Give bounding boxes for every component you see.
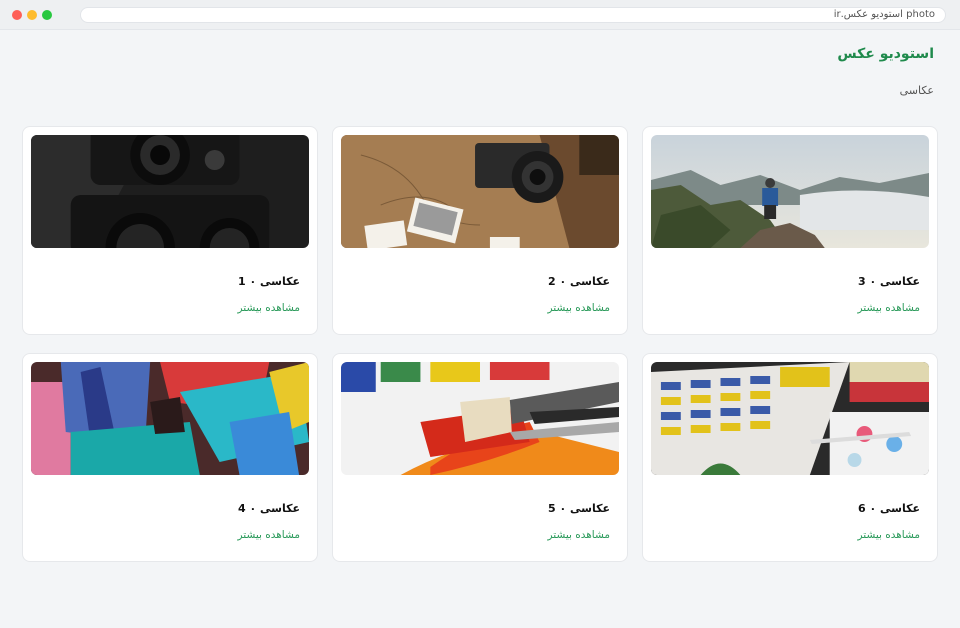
color-swatches-image[interactable] [651, 362, 929, 475]
view-more-link[interactable]: مشاهده بیشتر [238, 529, 301, 541]
photo-card: عکاسی ۰ 2 مشاهده بیشتر [332, 126, 628, 335]
card-title: عکاسی ۰ 5 [547, 502, 610, 515]
view-more-link[interactable]: مشاهده بیشتر [548, 529, 611, 541]
browser-chrome: photo استودیو عکس.ir [0, 0, 960, 30]
close-window-button[interactable] [12, 10, 22, 20]
view-more-link[interactable]: مشاهده بیشتر [238, 302, 301, 314]
photo-card: عکاسی ۰ 4 مشاهده بیشتر [22, 353, 318, 562]
camera-on-map-image[interactable] [341, 135, 619, 248]
card-title: عکاسی ۰ 6 [857, 502, 920, 515]
card-title: عکاسی ۰ 1 [237, 275, 300, 288]
card-title: عکاسی ۰ 4 [237, 502, 300, 515]
photo-grid: عکاسی ۰ 3 مشاهده بیشتر عکاسی ۰ 2 مشاهده … [22, 126, 938, 562]
card-title: عکاسی ۰ 3 [857, 275, 920, 288]
landscape-photographer-image[interactable] [651, 135, 929, 248]
paintbrushes-on-paint-image[interactable] [341, 362, 619, 475]
photo-card: عکاسی ۰ 1 مشاهده بیشتر [22, 126, 318, 335]
minimize-window-button[interactable] [27, 10, 37, 20]
dark-cameras-image[interactable] [31, 135, 309, 248]
view-more-link[interactable]: مشاهده بیشتر [858, 529, 921, 541]
address-bar[interactable]: photo استودیو عکس.ir [80, 7, 946, 23]
view-more-link[interactable]: مشاهده بیشتر [858, 302, 921, 314]
card-title: عکاسی ۰ 2 [547, 275, 610, 288]
photo-card: عکاسی ۰ 3 مشاهده بیشتر [642, 126, 938, 335]
photo-card: عکاسی ۰ 5 مشاهده بیشتر [332, 353, 628, 562]
photo-card: عکاسی ۰ 6 مشاهده بیشتر [642, 353, 938, 562]
maximize-window-button[interactable] [42, 10, 52, 20]
colorful-brushes-image[interactable] [31, 362, 309, 475]
category-label: عکاسی [899, 84, 934, 97]
site-title: استودیو عکس [837, 46, 934, 62]
view-more-link[interactable]: مشاهده بیشتر [548, 302, 611, 314]
